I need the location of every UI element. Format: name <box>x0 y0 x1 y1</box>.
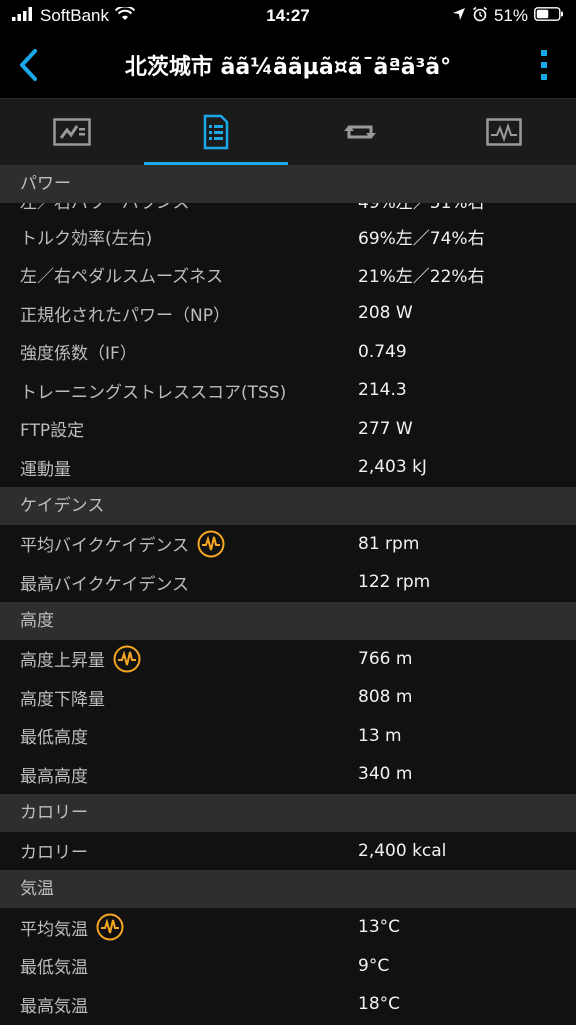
row-value: 2,403 kJ <box>358 457 427 478</box>
row-value: 214.3 <box>358 380 407 401</box>
location-arrow-icon <box>452 6 466 26</box>
row-value: 340 m <box>358 764 413 785</box>
list-item: 運動量 2,403 kJ <box>0 448 576 487</box>
tab-overview[interactable] <box>0 99 144 165</box>
more-menu-button[interactable] <box>522 32 566 98</box>
row-value: 2,400 kcal <box>358 840 447 861</box>
more-vertical-icon <box>541 50 547 80</box>
list-item: 最高高度 340 m <box>0 755 576 794</box>
tab-charts[interactable] <box>432 99 576 165</box>
row-label: トルク効率(左右) <box>20 228 153 249</box>
section-header-cadence: ケイデンス <box>0 486 576 525</box>
chart-pulse-icon[interactable] <box>96 913 124 941</box>
row-label: FTP設定 <box>20 421 85 442</box>
section-header-temperature: 気温 <box>0 870 576 908</box>
section-header-power: パワー <box>0 165 576 203</box>
row-value: 13 m <box>358 725 402 746</box>
carrier-name: SoftBank <box>40 6 109 25</box>
list-item: 最高バイクケイデンス 122 rpm <box>0 563 576 602</box>
row-value: 21%左／22%右 <box>358 267 485 288</box>
row-label: 高度上昇量 <box>20 651 105 672</box>
chevron-left-icon <box>20 49 37 81</box>
row-label: 高度下降量 <box>20 689 105 710</box>
row-label: 平均バイクケイデンス <box>20 536 189 557</box>
row-label: 左／右ペダルスムーズネス <box>20 267 224 288</box>
partial-row-balance: 左／右パワーバランス 49%左／51%右 <box>0 203 576 217</box>
row-label: カロリー <box>20 843 88 864</box>
section-header-elevation: 高度 <box>0 601 576 640</box>
list-item: 強度係数（IF） 0.749 <box>0 333 576 372</box>
row-value: 208 W <box>358 303 413 324</box>
status-left: SoftBank <box>12 5 136 26</box>
row-label: 最高バイクケイデンス <box>20 574 189 595</box>
row-label: 最低気温 <box>20 958 88 979</box>
list-item: トルク効率(左右) 69%左／74%右 <box>0 217 576 256</box>
tab-laps[interactable] <box>288 99 432 165</box>
row-value: 13°C <box>358 917 401 938</box>
wifi-icon <box>114 5 136 26</box>
list-item: 平均気温 13°C <box>0 908 576 947</box>
row-value: 766 m <box>358 648 413 669</box>
tab-bar <box>0 98 576 165</box>
list-item: 高度下降量 808 m <box>0 678 576 717</box>
row-label: トレーニングストレススコア(TSS) <box>20 382 287 403</box>
chart-pulse-icon[interactable] <box>197 530 225 558</box>
list-item: 最低気温 9°C <box>0 947 576 986</box>
chart-pulse-icon <box>486 118 522 146</box>
chart-pulse-icon[interactable] <box>113 645 141 673</box>
details-list[interactable]: パワー 左／右パワーバランス 49%左／51%右 トルク効率(左右) 69%左／7… <box>0 165 576 1025</box>
back-button[interactable] <box>4 32 52 98</box>
row-value: 808 m <box>358 687 413 708</box>
alarm-icon <box>472 6 488 27</box>
list-item: 左／右ペダルスムーズネス 21%左／22%右 <box>0 256 576 295</box>
row-value: 49%左／51%右 <box>358 203 485 213</box>
row-label: 平均気温 <box>20 919 88 940</box>
list-item: 正規化されたパワー（NP） 208 W <box>0 294 576 333</box>
row-label: 最低高度 <box>20 728 88 749</box>
laps-repeat-icon <box>344 125 376 139</box>
list-item: 高度上昇量 766 m <box>0 640 576 679</box>
row-value: 9°C <box>358 955 390 976</box>
overview-icon <box>53 118 91 146</box>
list-item: 最高気温 18°C <box>0 985 576 1024</box>
row-label: 強度係数（IF） <box>20 344 137 365</box>
list-item: カロリー 2,400 kcal <box>0 832 576 871</box>
row-label: 最高高度 <box>20 766 88 787</box>
row-label: 運動量 <box>20 459 71 480</box>
section-header-calories: カロリー <box>0 793 576 832</box>
battery-percent: 51% <box>493 6 528 25</box>
row-value: 122 rpm <box>358 572 431 593</box>
list-item: FTP設定 277 W <box>0 410 576 449</box>
activity-title: 北茨城市 ãã¼ããµã¤ã¯ãªã³ã° <box>124 55 452 80</box>
status-right: 51% <box>452 6 564 27</box>
row-value: 277 W <box>358 418 413 439</box>
battery-icon <box>534 6 564 26</box>
tab-details[interactable] <box>144 99 288 165</box>
row-label: 正規化されたパワー（NP） <box>20 305 230 326</box>
list-item: トレーニングストレススコア(TSS) 214.3 <box>0 371 576 410</box>
app-bar: 北茨城市 ãã¼ããµã¤ã¯ãªã³ã° <box>0 32 576 98</box>
status-bar: SoftBank 14:27 51% <box>0 0 576 32</box>
row-value: 69%左／74%右 <box>358 228 485 249</box>
signal-icon <box>12 6 34 26</box>
list-item: 平均バイクケイデンス 81 rpm <box>0 525 576 564</box>
details-list-icon <box>203 114 229 150</box>
row-label: 最高気温 <box>20 996 88 1017</box>
row-value: 81 rpm <box>358 533 420 554</box>
row-label: 左／右パワーバランス <box>20 203 190 213</box>
status-time: 14:27 <box>266 6 310 25</box>
row-value: 0.749 <box>358 341 407 362</box>
row-value: 18°C <box>358 994 401 1015</box>
list-item: 最低高度 13 m <box>0 717 576 756</box>
